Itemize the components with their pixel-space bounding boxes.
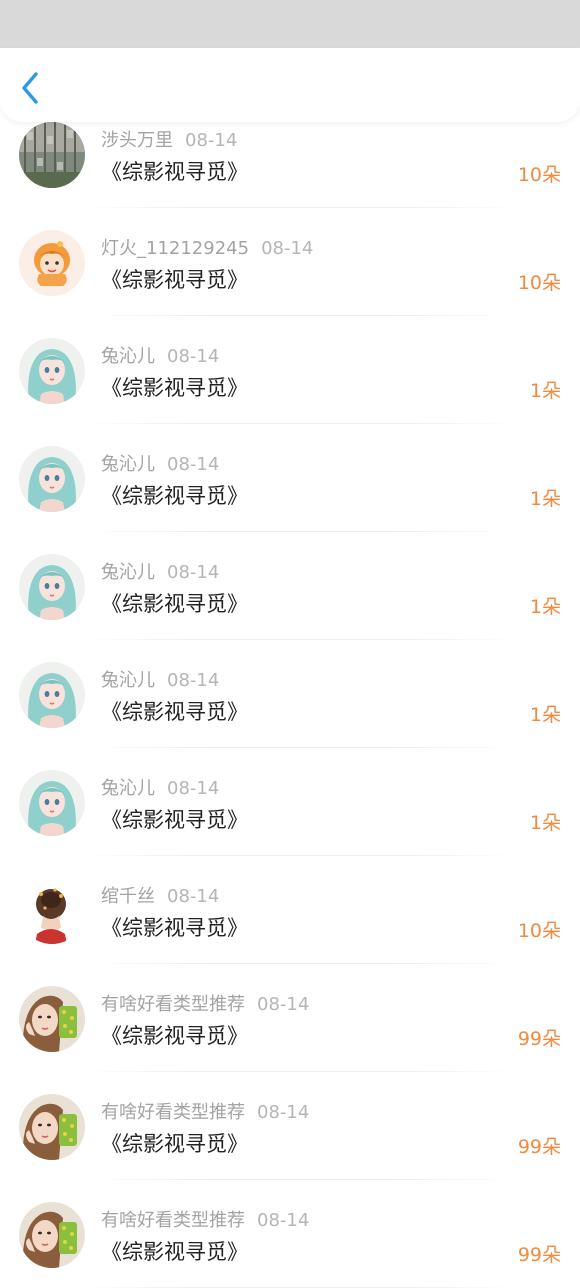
date: 08-14 xyxy=(167,778,220,799)
avatar[interactable] xyxy=(19,554,85,620)
date: 08-14 xyxy=(261,238,314,259)
avatar-image xyxy=(19,662,85,728)
back-button[interactable] xyxy=(16,70,48,106)
avatar[interactable] xyxy=(19,878,85,944)
date: 08-14 xyxy=(257,1102,310,1123)
date: 08-14 xyxy=(167,670,220,691)
book-title: 《综影视寻觅》 xyxy=(101,700,248,724)
book-title: 《综影视寻觅》 xyxy=(101,1240,248,1264)
gift-amount: 10朵 xyxy=(517,272,561,294)
date: 08-14 xyxy=(257,994,310,1015)
book-title: 《综影视寻觅》 xyxy=(101,268,248,292)
avatar[interactable] xyxy=(19,770,85,836)
avatar-image xyxy=(19,554,85,620)
gift-amount: 1朵 xyxy=(529,596,561,618)
date: 08-14 xyxy=(167,454,220,475)
book-title: 《综影视寻觅》 xyxy=(101,484,248,508)
book-title: 《综影视寻觅》 xyxy=(101,376,248,400)
date: 08-14 xyxy=(167,886,220,907)
item-meta: 涉头万里 08-14 xyxy=(101,126,237,152)
list-item[interactable]: 兔沁儿 08-14 《综影视寻觅》 1朵 xyxy=(0,640,580,748)
gift-amount: 1朵 xyxy=(529,812,561,834)
username: 有啥好看类型推荐 xyxy=(101,1102,245,1123)
avatar[interactable] xyxy=(19,122,85,188)
username: 有啥好看类型推荐 xyxy=(101,1210,245,1231)
avatar[interactable] xyxy=(19,1094,85,1160)
list-item[interactable]: 兔沁儿 08-14 《综影视寻觅》 1朵 xyxy=(0,748,580,856)
book-title: 《综影视寻觅》 xyxy=(101,160,248,184)
gift-amount: 1朵 xyxy=(529,380,561,402)
username: 兔沁儿 xyxy=(101,346,155,367)
avatar-image xyxy=(19,878,85,944)
item-meta: 兔沁儿 08-14 xyxy=(101,450,219,476)
avatar-image xyxy=(19,446,85,512)
gift-record-list: 涉头万里 08-14 《综影视寻觅》 10朵 灯火_112129245 08-14 … xyxy=(0,100,580,1288)
avatar[interactable] xyxy=(19,986,85,1052)
list-item[interactable]: 绾千丝 08-14 《综影视寻觅》 10朵 xyxy=(0,856,580,964)
item-meta: 兔沁儿 08-14 xyxy=(101,774,219,800)
item-meta: 兔沁儿 08-14 xyxy=(101,342,219,368)
item-meta: 绾千丝 08-14 xyxy=(101,882,219,908)
item-meta: 兔沁儿 08-14 xyxy=(101,558,219,584)
chevron-left-icon xyxy=(22,72,38,104)
item-meta: 有啥好看类型推荐 08-14 xyxy=(101,1206,309,1232)
username: 兔沁儿 xyxy=(101,454,155,475)
username: 兔沁儿 xyxy=(101,778,155,799)
book-title: 《综影视寻觅》 xyxy=(101,1132,248,1156)
gift-amount: 99朵 xyxy=(517,1028,561,1050)
date: 08-14 xyxy=(257,1210,310,1231)
list-item[interactable]: 灯火_112129245 08-14 《综影视寻觅》 10朵 xyxy=(0,208,580,316)
avatar-image xyxy=(19,770,85,836)
gift-amount: 10朵 xyxy=(517,920,561,942)
item-meta: 兔沁儿 08-14 xyxy=(101,666,219,692)
date: 08-14 xyxy=(167,346,220,367)
status-bar xyxy=(0,0,580,48)
avatar-image xyxy=(19,1094,85,1160)
avatar-image xyxy=(19,986,85,1052)
list-item[interactable]: 有啥好看类型推荐 08-14 《综影视寻觅》 99朵 xyxy=(0,1180,580,1288)
username: 兔沁儿 xyxy=(101,562,155,583)
avatar-image xyxy=(19,122,85,188)
book-title: 《综影视寻觅》 xyxy=(101,916,248,940)
avatar-image xyxy=(19,1202,85,1268)
avatar-image xyxy=(19,338,85,404)
list-item[interactable]: 兔沁儿 08-14 《综影视寻觅》 1朵 xyxy=(0,316,580,424)
item-meta: 有啥好看类型推荐 08-14 xyxy=(101,1098,309,1124)
book-title: 《综影视寻觅》 xyxy=(101,1024,248,1048)
avatar[interactable] xyxy=(19,338,85,404)
date: 08-14 xyxy=(185,130,238,151)
list-item[interactable]: 有啥好看类型推荐 08-14 《综影视寻觅》 99朵 xyxy=(0,964,580,1072)
username: 灯火_112129245 xyxy=(101,238,250,259)
username: 绾千丝 xyxy=(101,886,155,907)
list-item[interactable]: 兔沁儿 08-14 《综影视寻觅》 1朵 xyxy=(0,532,580,640)
username: 兔沁儿 xyxy=(101,670,155,691)
book-title: 《综影视寻觅》 xyxy=(101,592,248,616)
avatar-image xyxy=(19,230,85,296)
gift-amount: 99朵 xyxy=(517,1244,561,1266)
item-meta: 灯火_112129245 08-14 xyxy=(101,234,313,260)
username: 涉头万里 xyxy=(101,130,173,151)
date: 08-14 xyxy=(167,562,220,583)
avatar[interactable] xyxy=(19,230,85,296)
nav-bar xyxy=(0,48,580,122)
username: 有啥好看类型推荐 xyxy=(101,994,245,1015)
gift-amount: 1朵 xyxy=(529,704,561,726)
avatar[interactable] xyxy=(19,662,85,728)
avatar[interactable] xyxy=(19,1202,85,1268)
list-item[interactable]: 兔沁儿 08-14 《综影视寻觅》 1朵 xyxy=(0,424,580,532)
gift-amount: 10朵 xyxy=(517,164,561,186)
gift-amount: 99朵 xyxy=(517,1136,561,1158)
book-title: 《综影视寻觅》 xyxy=(101,808,248,832)
avatar[interactable] xyxy=(19,446,85,512)
gift-amount: 1朵 xyxy=(529,488,561,510)
list-item[interactable]: 有啥好看类型推荐 08-14 《综影视寻觅》 99朵 xyxy=(0,1072,580,1180)
item-meta: 有啥好看类型推荐 08-14 xyxy=(101,990,309,1016)
